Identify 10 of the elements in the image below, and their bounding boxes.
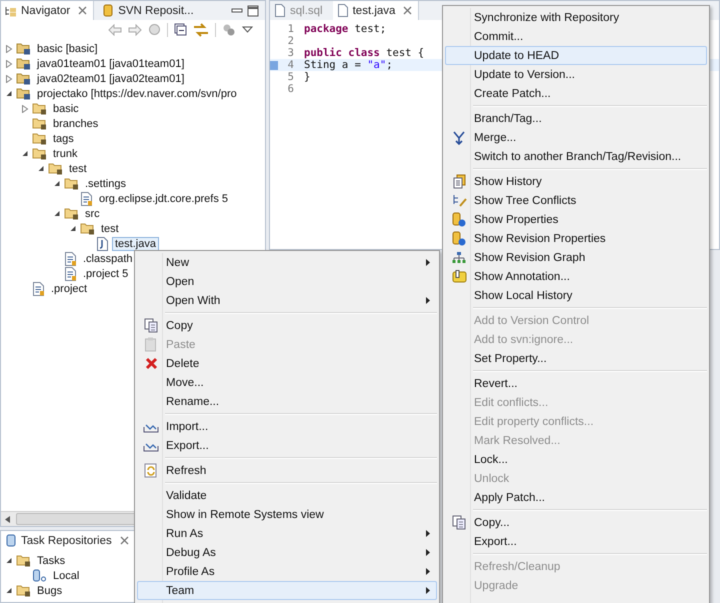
code-line: public class test { — [304, 47, 424, 59]
line-number: 5 — [286, 71, 294, 83]
line-number: 4 — [286, 59, 294, 71]
line-number: 3 — [286, 47, 294, 59]
line-number: 6 — [286, 83, 294, 95]
line-number: 2 — [286, 35, 294, 47]
code-line: Sting a = "a"; — [304, 59, 393, 71]
line-number: 1 — [286, 23, 294, 35]
code-line: package test; — [304, 23, 386, 35]
code-line: } — [304, 71, 310, 83]
